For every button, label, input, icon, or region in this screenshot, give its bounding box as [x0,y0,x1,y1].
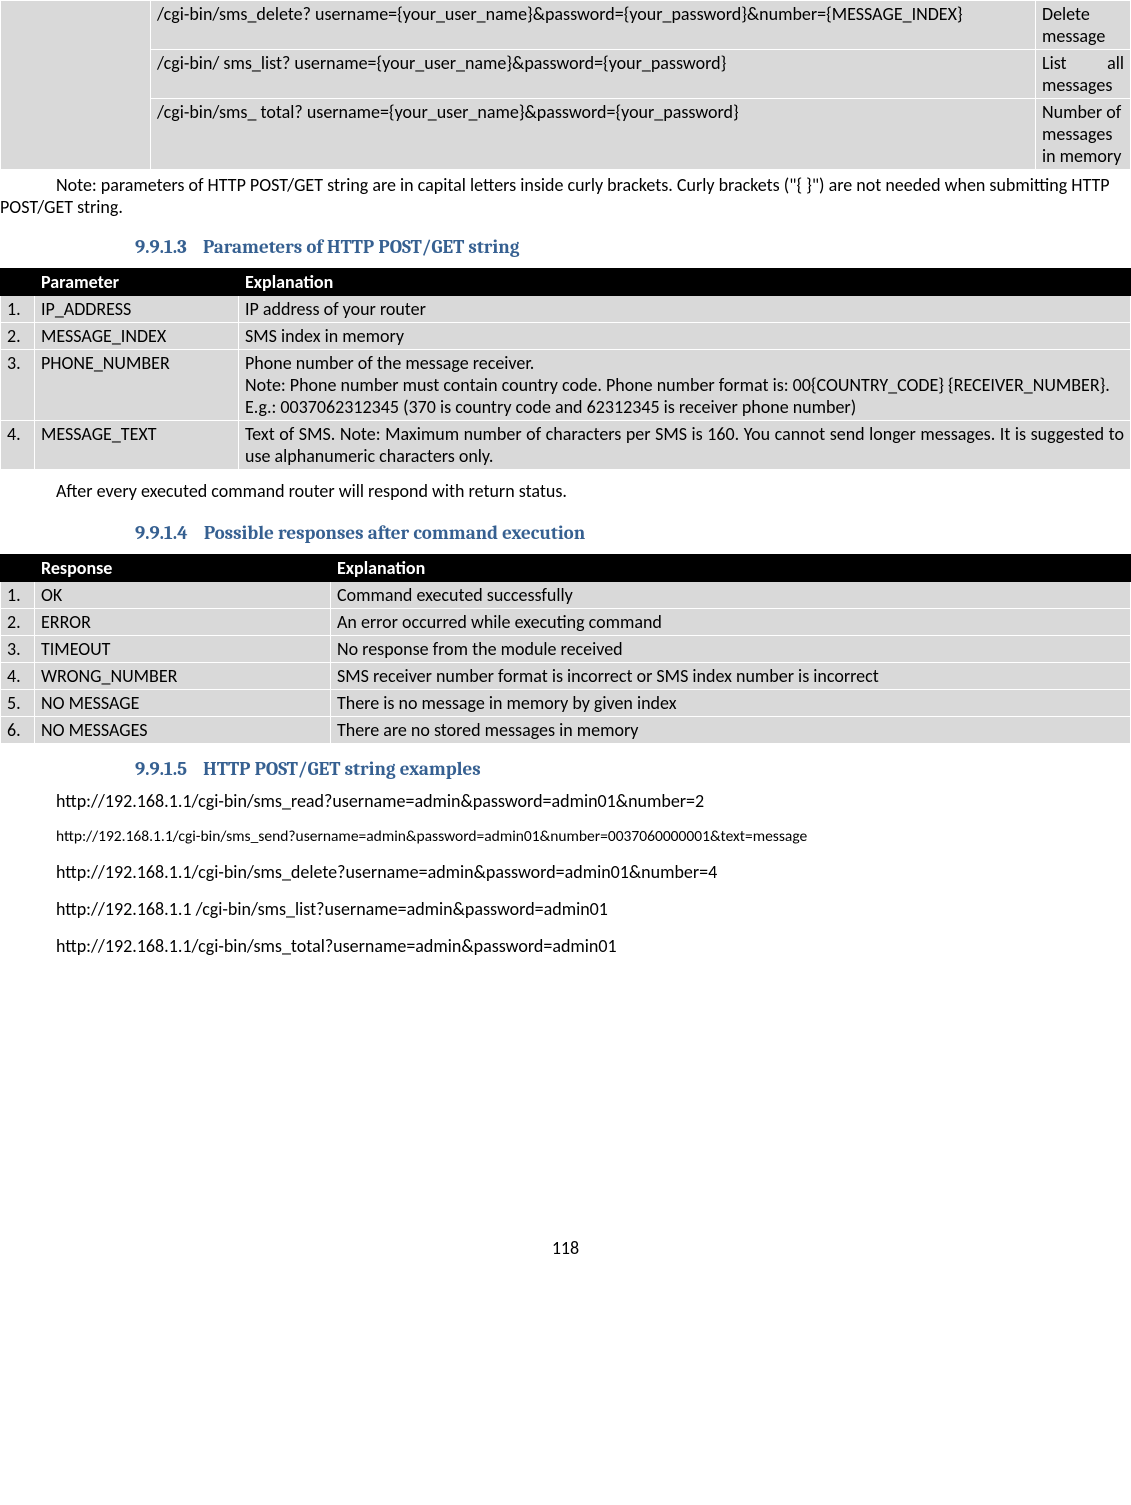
resp-num: 6. [1,717,35,744]
resp-num: 4. [1,663,35,690]
param-explanation: IP address of your router [239,296,1131,323]
section-heading-responses: 9.9.1.4 Possible responses after command… [0,522,1131,544]
section-title: Possible responses after command executi… [204,522,585,544]
table-row: 2. ERROR An error occurred while executi… [1,609,1131,636]
param-header-parameter: Parameter [35,269,239,296]
example-url: http://192.168.1.1/cgi-bin/sms_total?use… [0,935,1131,957]
param-num: 1. [1,296,35,323]
parameters-table: Parameter Explanation 1. IP_ADDRESS IP a… [0,268,1131,470]
resp-header-blank [1,555,35,582]
example-url: http://192.168.1.1 /cgi-bin/sms_list?use… [0,898,1131,920]
endpoint-url: /cgi-bin/ sms_list? username={your_user_… [151,50,1036,99]
endpoint-desc: Delete message [1036,1,1131,50]
endpoint-table: /cgi-bin/sms_delete? username={your_user… [0,0,1131,170]
example-url: http://192.168.1.1/cgi-bin/sms_read?user… [0,790,1131,812]
resp-name: WRONG_NUMBER [35,663,331,690]
resp-explanation: There is no message in memory by given i… [331,690,1131,717]
endpoint-url: /cgi-bin/sms_ total? username={your_user… [151,99,1036,170]
table-row: 5. NO MESSAGE There is no message in mem… [1,690,1131,717]
after-params-text: After every executed command router will… [0,480,1131,502]
resp-explanation: SMS receiver number format is incorrect … [331,663,1131,690]
table-row: 3. TIMEOUT No response from the module r… [1,636,1131,663]
resp-name: TIMEOUT [35,636,331,663]
section-title: HTTP POST/GET string examples [203,758,481,780]
resp-explanation: Command executed successfully [331,582,1131,609]
table-row: 6. NO MESSAGES There are no stored messa… [1,717,1131,744]
resp-num: 5. [1,690,35,717]
page-number: 118 [0,1237,1131,1259]
param-num: 3. [1,350,35,421]
param-explanation: Phone number of the message receiver. No… [239,350,1131,421]
resp-name: NO MESSAGES [35,717,331,744]
resp-num: 1. [1,582,35,609]
resp-num: 3. [1,636,35,663]
param-explanation: Text of SMS. Note: Maximum number of cha… [239,421,1131,470]
param-num: 2. [1,323,35,350]
resp-explanation: An error occurred while executing comman… [331,609,1131,636]
resp-name: NO MESSAGE [35,690,331,717]
table-row: 1. OK Command executed successfully [1,582,1131,609]
endpoint-row: /cgi-bin/sms_ total? username={your_user… [1,99,1131,170]
section-title: Parameters of HTTP POST/GET string [203,236,519,258]
param-header-explanation: Explanation [239,269,1131,296]
example-url: http://192.168.1.1/cgi-bin/sms_send?user… [0,827,1131,846]
resp-name: ERROR [35,609,331,636]
endpoint-row: /cgi-bin/ sms_list? username={your_user_… [1,50,1131,99]
note-paragraph: Note: parameters of HTTP POST/GET string… [0,172,1131,236]
param-num: 4. [1,421,35,470]
table-row: 2. MESSAGE_INDEX SMS index in memory [1,323,1131,350]
resp-num: 2. [1,609,35,636]
param-header-blank [1,269,35,296]
param-name: MESSAGE_TEXT [35,421,239,470]
resp-explanation: There are no stored messages in memory [331,717,1131,744]
table-row: 3. PHONE_NUMBER Phone number of the mess… [1,350,1131,421]
endpoint-row: /cgi-bin/sms_delete? username={your_user… [1,1,1131,50]
table-row: 4. MESSAGE_TEXT Text of SMS. Note: Maxim… [1,421,1131,470]
endpoint-url: /cgi-bin/sms_delete? username={your_user… [151,1,1036,50]
param-explanation: SMS index in memory [239,323,1131,350]
resp-header-response: Response [35,555,331,582]
table-row: 1. IP_ADDRESS IP address of your router [1,296,1131,323]
endpoint-desc: Number of messages in memory [1036,99,1131,170]
section-heading-examples: 9.9.1.5 HTTP POST/GET string examples [0,758,1131,780]
endpoint-blank-cell [1,1,151,170]
table-row: 4. WRONG_NUMBER SMS receiver number form… [1,663,1131,690]
section-number: 9.9.1.3 [135,236,187,258]
resp-header-explanation: Explanation [331,555,1131,582]
param-name: MESSAGE_INDEX [35,323,239,350]
param-name: PHONE_NUMBER [35,350,239,421]
section-number: 9.9.1.4 [135,522,188,544]
responses-table: Response Explanation 1. OK Command execu… [0,554,1131,744]
endpoint-desc: List all messages [1036,50,1131,99]
resp-name: OK [35,582,331,609]
example-url: http://192.168.1.1/cgi-bin/sms_delete?us… [0,861,1131,883]
section-number: 9.9.1.5 [135,758,187,780]
section-heading-params: 9.9.1.3 Parameters of HTTP POST/GET stri… [0,236,1131,258]
resp-explanation: No response from the module received [331,636,1131,663]
param-name: IP_ADDRESS [35,296,239,323]
